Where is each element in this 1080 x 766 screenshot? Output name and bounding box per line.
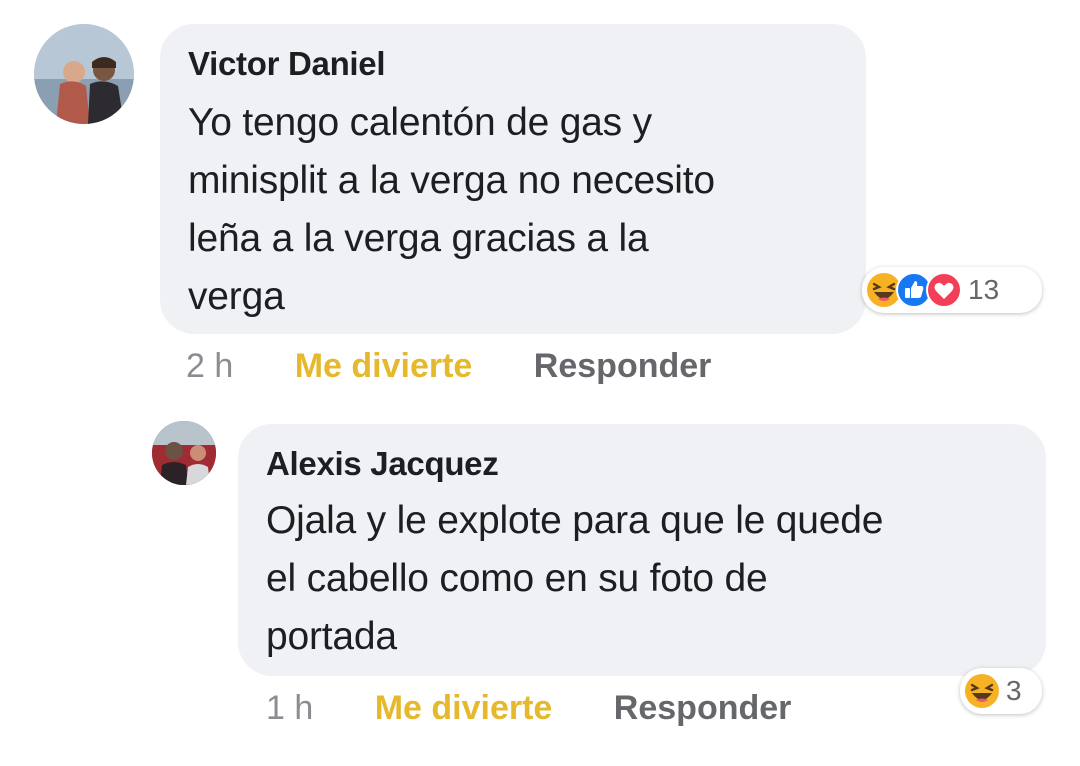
comment-author[interactable]: Alexis Jacquez: [266, 444, 1018, 484]
comment-text-line: Ojala y le explote para que le quede: [266, 499, 884, 542]
comment-author[interactable]: Victor Daniel: [188, 44, 838, 84]
reaction-count: 13: [968, 274, 1000, 305]
reaction-summary[interactable]: 13: [862, 267, 1042, 313]
comment-text-line: leña a la verga gracias a la: [188, 217, 649, 260]
comment-actions: 2 h Me divierte Responder: [186, 346, 711, 386]
reaction-summary[interactable]: 3: [960, 668, 1042, 714]
comment-text-line: verga: [188, 275, 285, 318]
reaction-count: 3: [1006, 675, 1022, 706]
reaction-button[interactable]: Me divierte: [375, 688, 553, 728]
comment-text: Ojala y le explote para que le quede el …: [266, 492, 1018, 666]
comment-text-line: Yo tengo calentón de gas y: [188, 101, 652, 144]
reaction-button[interactable]: Me divierte: [295, 346, 473, 386]
comment-bubble: Alexis Jacquez Ojala y le explote para q…: [238, 424, 1046, 676]
reply-button[interactable]: Responder: [614, 688, 792, 728]
comment-timestamp[interactable]: 2 h: [186, 346, 233, 386]
comment-text-line: portada: [266, 615, 397, 658]
comment-text-line: el cabello como en su foto de: [266, 557, 768, 600]
comment-text-line: minisplit a la verga no necesito: [188, 159, 715, 202]
reply-button[interactable]: Responder: [534, 346, 712, 386]
love-icon: [926, 272, 962, 308]
avatar[interactable]: [152, 421, 216, 485]
comment-bubble: Victor Daniel Yo tengo calentón de gas y…: [160, 24, 866, 334]
comment-text: Yo tengo calentón de gas y minisplit a l…: [188, 94, 838, 326]
comment-timestamp[interactable]: 1 h: [266, 688, 313, 728]
comment-actions: 1 h Me divierte Responder: [266, 688, 791, 728]
haha-icon: [964, 673, 1000, 709]
avatar[interactable]: [34, 24, 134, 124]
